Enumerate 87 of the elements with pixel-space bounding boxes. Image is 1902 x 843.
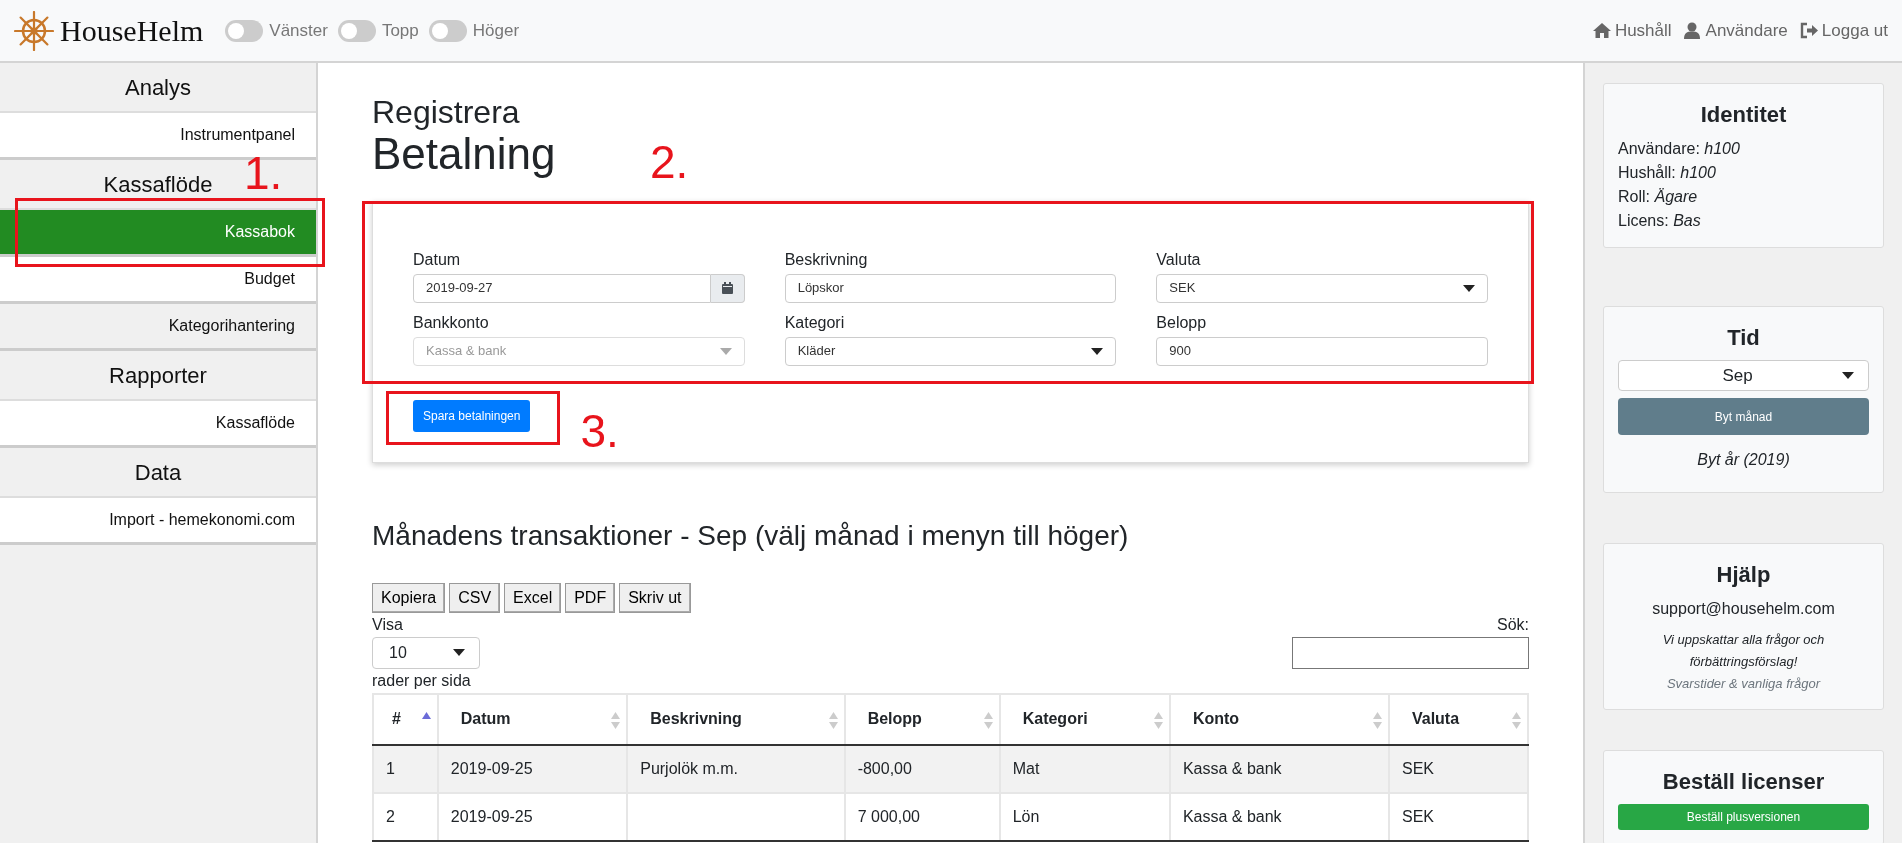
caret-icon [719,347,732,355]
table-cell: 2 [386,807,395,825]
table-cell: -800,00 [857,759,912,777]
identity-line: Hushåll: h100 [1618,163,1717,183]
search-field[interactable] [1292,636,1529,669]
export-button[interactable]: CSV [449,582,501,613]
table-cell: SEK [1401,807,1434,825]
table-cell: Lön [1012,807,1040,825]
calendar-icon [721,282,733,295]
section-heading: Månadens transaktioner - Sep (välj månad i menyn till höger) [372,518,1130,553]
page-subtitle: Registrera [372,95,521,131]
table-cell: Kassa & bank [1182,807,1282,825]
step-number: 3. [580,407,619,454]
identity-line: Användare: h100 [1618,139,1741,159]
column-header[interactable]: Belopp [844,693,1000,745]
user-icon [1683,22,1702,39]
caret-icon [1091,347,1104,355]
export-button[interactable]: Kopiera [372,582,446,613]
field-label: Belopp [1156,312,1208,333]
column-header[interactable]: Datum [437,693,628,745]
ship-wheel-icon [14,10,54,51]
input-field[interactable]: 900 [1156,336,1488,366]
table-cell: 2019-09-25 [450,807,533,825]
column-header[interactable]: Kategori [999,693,1170,745]
select-field[interactable]: SEK [1156,273,1488,303]
save-button[interactable]: Spara betalningen [413,399,531,432]
toggle-switch[interactable] [428,19,467,42]
card-title: Hjälp [1715,561,1772,589]
export-button[interactable]: PDF [565,582,616,613]
column-header[interactable]: # [373,693,438,745]
support-email: support@househelm.com [1651,599,1836,619]
sidebar-item[interactable]: Budget [0,257,316,304]
nav-link[interactable]: Logga ut [1799,17,1888,44]
column-header[interactable]: Konto [1169,693,1389,745]
field-label: Bankkonto [413,312,490,333]
select-field[interactable]: Kläder [784,336,1117,366]
card-title: Identitet [1699,101,1788,129]
help-note: Vi uppskattar alla frågor och förbättringsförslag! [1661,631,1826,671]
export-button[interactable]: Excel [504,582,562,613]
caret-icon [1842,372,1854,379]
sidebar-item[interactable]: Kassabok [0,210,316,257]
sign-out-icon [1799,22,1818,39]
table-cell: SEK [1401,759,1434,777]
table-cell: 2019-09-25 [450,759,533,777]
change-year-link[interactable]: Byt år (2019) [1618,448,1869,472]
toggle-label: Höger [472,19,520,42]
step-number: 2. [650,138,689,185]
month-select[interactable]: Sep [1618,360,1869,391]
field-label: Beskrivning [784,249,869,270]
change-month-button[interactable]: Byt månad [1618,398,1869,435]
sidebar-item[interactable]: Kassaflöde [0,401,316,448]
date-field[interactable]: 2019-09-27 [413,273,711,303]
column-header[interactable]: Valuta [1388,693,1528,745]
nav-link[interactable]: Hushåll [1592,17,1672,44]
identity-line: Licens: Bas [1618,211,1702,231]
table-cell: Mat [1012,759,1040,777]
field-label: Datum [413,249,462,270]
sidebar-item[interactable]: Import - hemekonomi.com [0,498,316,545]
page-length-select[interactable]: 10 [372,636,480,669]
faq-link[interactable]: Svarstider & vanliga frågor [1618,673,1869,695]
toggle-label: Vänster [269,19,328,42]
calendar-button[interactable] [710,273,745,303]
search-label: Sök: [1496,614,1529,635]
toggle-label: Topp [381,19,419,42]
house-icon [1592,22,1611,39]
card-title: Tid [1726,324,1761,352]
table-cell: Kassa & bank [1182,759,1282,777]
length-suffix: rader per sida [372,670,472,691]
column-header[interactable]: Beskrivning [627,693,845,745]
caret-icon [453,649,465,657]
field-label: Valuta [1156,249,1202,270]
table-cell: Purjolök m.m. [640,759,738,777]
export-button[interactable]: Skriv ut [619,582,691,613]
length-label: Visa [372,614,404,635]
nav-link[interactable]: Användare [1683,17,1788,44]
table-cell: 7 000,00 [857,807,920,825]
input-field[interactable]: Löpskor [784,273,1117,303]
table-cell: 1 [386,759,395,777]
card-title: Beställ licenser [1661,768,1826,796]
toggle-switch[interactable] [337,19,376,42]
page-title: Betalning [372,130,556,179]
brand-logo[interactable]: HouseHelm [60,8,204,53]
toggle-switch[interactable] [225,19,264,42]
field-label: Kategori [784,312,846,333]
select-field: Kassa & bank [413,336,745,366]
caret-icon [1463,284,1475,292]
identity-line: Roll: Ägare [1618,187,1699,207]
